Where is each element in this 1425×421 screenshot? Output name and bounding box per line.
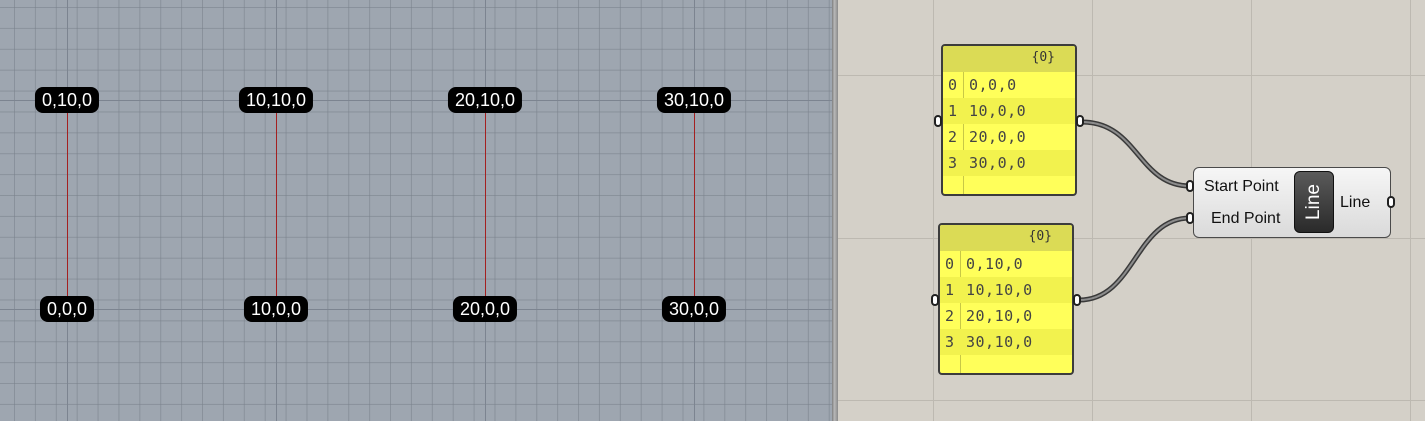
panel-output-grip[interactable] xyxy=(1073,294,1081,306)
panel-end-points[interactable]: {0} 0 0,10,0 1 10,10,0 2 20,10,0 3 30,10,0 xyxy=(938,223,1074,375)
point-label: 20,0,0 xyxy=(452,296,518,322)
line-output[interactable]: Line xyxy=(1340,194,1370,212)
row-index: 0 xyxy=(948,76,958,94)
end-point-input[interactable]: End Point xyxy=(1211,210,1280,228)
panel-row: 0 0,10,0 xyxy=(940,251,1072,277)
component-name: Line xyxy=(1303,184,1324,220)
panel-header: {0} xyxy=(943,46,1075,72)
start-point-grip[interactable] xyxy=(1186,180,1194,192)
panel-row: 1 10,10,0 xyxy=(940,277,1072,303)
point-label: 10,10,0 xyxy=(238,87,314,113)
rhino-viewport[interactable]: 0,10,0 10,10,0 20,10,0 30,10,0 0,0,0 10,… xyxy=(0,0,835,421)
panel-header: {0} xyxy=(940,225,1072,251)
point-label: 0,0,0 xyxy=(39,296,95,322)
point-label: 30,0,0 xyxy=(661,296,727,322)
row-value: 0,10,0 xyxy=(966,255,1024,273)
line-geometry[interactable] xyxy=(67,100,68,309)
row-index: 3 xyxy=(945,333,955,351)
panel-row: 0 0,0,0 xyxy=(943,72,1075,98)
panel-output-grip[interactable] xyxy=(1076,115,1084,127)
line-geometry[interactable] xyxy=(694,100,695,309)
row-value: 20,0,0 xyxy=(969,128,1027,146)
row-value: 30,10,0 xyxy=(966,333,1033,351)
line-geometry[interactable] xyxy=(485,100,486,309)
row-index: 3 xyxy=(948,154,958,172)
line-component[interactable]: Start Point End Point Line Line xyxy=(1193,167,1391,238)
row-value: 10,10,0 xyxy=(966,281,1033,299)
end-point-grip[interactable] xyxy=(1186,212,1194,224)
grasshopper-canvas[interactable]: {0} 0 0,0,0 1 10,0,0 2 20,0,0 3 30,0,0 {0} 0… xyxy=(838,0,1425,421)
row-value: 10,0,0 xyxy=(969,102,1027,120)
point-label: 0,10,0 xyxy=(34,87,100,113)
row-index: 1 xyxy=(948,102,958,120)
panel-row: 2 20,0,0 xyxy=(943,124,1075,150)
line-output-grip[interactable] xyxy=(1387,196,1395,208)
row-index: 2 xyxy=(945,307,955,325)
row-index: 1 xyxy=(945,281,955,299)
point-label: 10,0,0 xyxy=(243,296,309,322)
panel-input-grip[interactable] xyxy=(931,294,939,306)
panel-rows: 0 0,0,0 1 10,0,0 2 20,0,0 3 30,0,0 xyxy=(943,72,1075,176)
panel-row: 3 30,10,0 xyxy=(940,329,1072,355)
panel-start-points[interactable]: {0} 0 0,0,0 1 10,0,0 2 20,0,0 3 30,0,0 xyxy=(941,44,1077,196)
row-index: 0 xyxy=(945,255,955,273)
start-point-input[interactable]: Start Point xyxy=(1204,178,1279,196)
panel-input-grip[interactable] xyxy=(934,115,942,127)
point-label: 20,10,0 xyxy=(447,87,523,113)
line-geometry[interactable] xyxy=(276,100,277,309)
panel-path: {0} xyxy=(1031,50,1055,65)
component-name-badge: Line xyxy=(1294,171,1334,233)
panel-row: 1 10,0,0 xyxy=(943,98,1075,124)
panel-rows: 0 0,10,0 1 10,10,0 2 20,10,0 3 30,10,0 xyxy=(940,251,1072,355)
panel-row: 3 30,0,0 xyxy=(943,150,1075,176)
panel-path: {0} xyxy=(1028,229,1052,244)
point-label: 30,10,0 xyxy=(656,87,732,113)
row-value: 0,0,0 xyxy=(969,76,1017,94)
row-value: 30,0,0 xyxy=(969,154,1027,172)
row-value: 20,10,0 xyxy=(966,307,1033,325)
row-index: 2 xyxy=(948,128,958,146)
panel-row: 2 20,10,0 xyxy=(940,303,1072,329)
